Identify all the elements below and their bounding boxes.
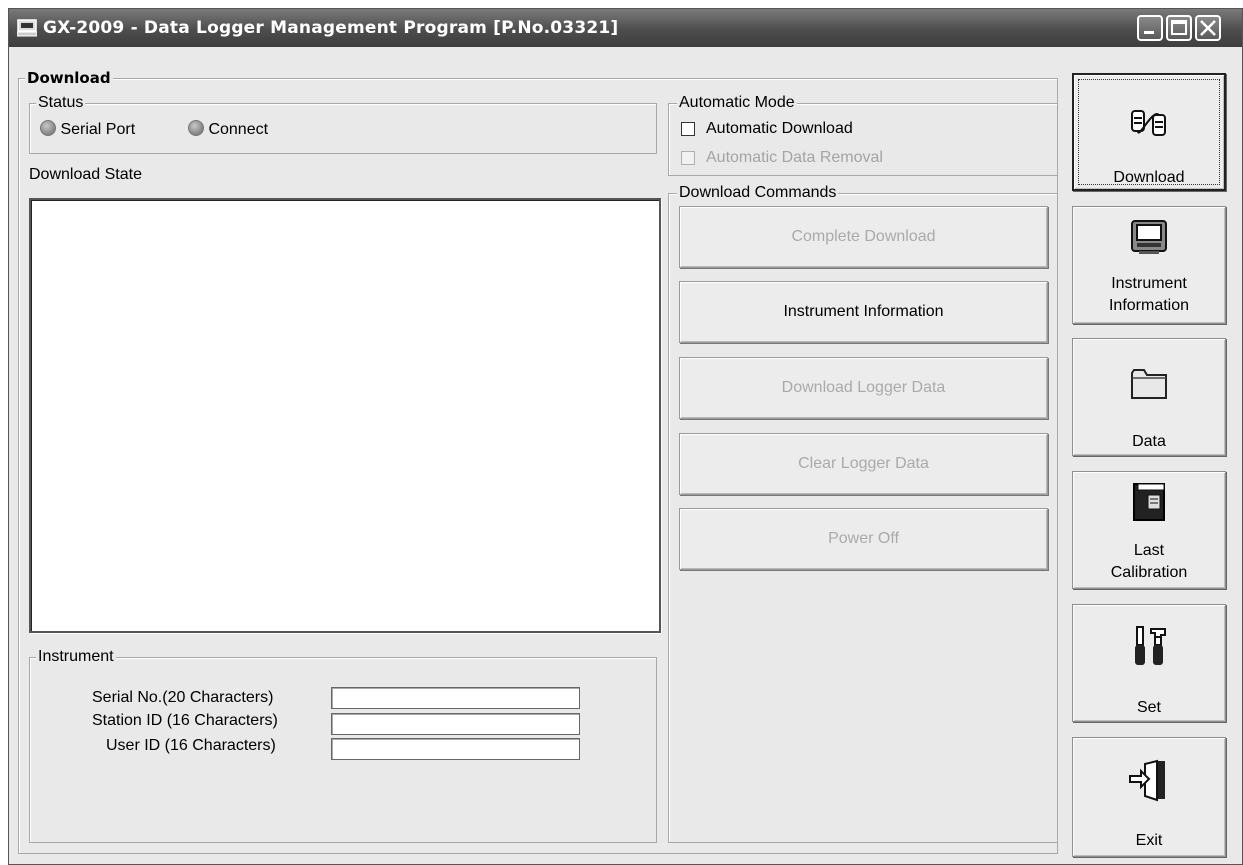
- download-state-label: Download State: [29, 166, 142, 183]
- maximize-button[interactable]: [1166, 15, 1192, 41]
- sidebar-exit-label: Exit: [1135, 832, 1163, 849]
- station-id-label: Station ID (16 Characters): [92, 712, 278, 729]
- serial-no-field[interactable]: [331, 687, 580, 709]
- serial-port-indicator: Serial Port: [40, 120, 135, 139]
- sidebar-data-label: Data: [1132, 433, 1166, 450]
- instrument-device-icon: [1131, 220, 1167, 254]
- instrument-legend: Instrument: [36, 648, 116, 666]
- download-commands-legend: Download Commands: [677, 184, 839, 202]
- window-title: GX-2009 - Data Logger Management Program…: [43, 18, 619, 38]
- download-group-legend: Download: [25, 69, 113, 87]
- sidebar-instrument-information-label-line1: Instrument: [1111, 275, 1187, 292]
- download-state-log[interactable]: [29, 198, 661, 633]
- close-icon: [1200, 20, 1216, 36]
- connect-led-icon: [188, 120, 204, 136]
- station-id-field[interactable]: [331, 713, 580, 735]
- clear-logger-data-button[interactable]: Clear Logger Data: [679, 433, 1048, 495]
- sidebar-instrument-information-button[interactable]: Instrument Information: [1072, 206, 1226, 324]
- sidebar-last-calibration-label-line1: Last: [1133, 542, 1165, 559]
- download-logger-data-button[interactable]: Download Logger Data: [679, 357, 1048, 419]
- serial-connector-icon: [1131, 110, 1166, 136]
- automatic-download-checkbox[interactable]: [681, 122, 695, 136]
- close-button[interactable]: [1195, 15, 1221, 41]
- sidebar-download-label: Download: [1113, 169, 1185, 186]
- automatic-data-removal-checkbox[interactable]: [681, 151, 695, 165]
- tools-icon: [1135, 626, 1166, 665]
- serial-port-label: Serial Port: [60, 121, 136, 138]
- user-id-field[interactable]: [331, 738, 580, 760]
- exit-door-icon: [1129, 759, 1165, 802]
- sidebar-instrument-information-label-line2: Information: [1108, 297, 1190, 314]
- sidebar-download-button[interactable]: Download: [1072, 73, 1226, 191]
- sidebar-set-label: Set: [1136, 699, 1161, 716]
- folder-icon: [1131, 369, 1167, 399]
- computer-icon: [17, 19, 37, 37]
- complete-download-button[interactable]: Complete Download: [679, 206, 1048, 268]
- instrument-information-button[interactable]: Instrument Information: [679, 281, 1048, 343]
- power-off-button[interactable]: Power Off: [679, 508, 1048, 570]
- sidebar-last-calibration-label-line2: Calibration: [1110, 564, 1188, 581]
- serial-no-label: Serial No.(20 Characters): [92, 689, 274, 706]
- sidebar-exit-button[interactable]: Exit: [1072, 737, 1226, 857]
- minimize-button[interactable]: [1137, 15, 1163, 41]
- minimize-icon: [1144, 31, 1154, 34]
- status-legend: Status: [36, 94, 86, 112]
- automatic-mode-legend: Automatic Mode: [677, 94, 797, 112]
- sidebar-last-calibration-button[interactable]: Last Calibration: [1072, 471, 1226, 589]
- user-id-label: User ID (16 Characters): [106, 737, 276, 754]
- serial-port-led-icon: [40, 120, 56, 136]
- connect-indicator: Connect: [188, 120, 268, 139]
- automatic-data-removal-label[interactable]: Automatic Data Removal: [706, 149, 883, 167]
- maximize-icon: [1171, 20, 1187, 35]
- status-group: Status Serial Port Connect: [29, 94, 657, 154]
- connect-label: Connect: [208, 121, 269, 138]
- sidebar-data-button[interactable]: Data: [1072, 338, 1226, 456]
- automatic-download-label[interactable]: Automatic Download: [706, 120, 853, 138]
- title-bar[interactable]: GX-2009 - Data Logger Management Program…: [9, 9, 1242, 47]
- calibration-book-icon: [1133, 483, 1165, 521]
- sidebar-set-button[interactable]: Set: [1072, 604, 1226, 722]
